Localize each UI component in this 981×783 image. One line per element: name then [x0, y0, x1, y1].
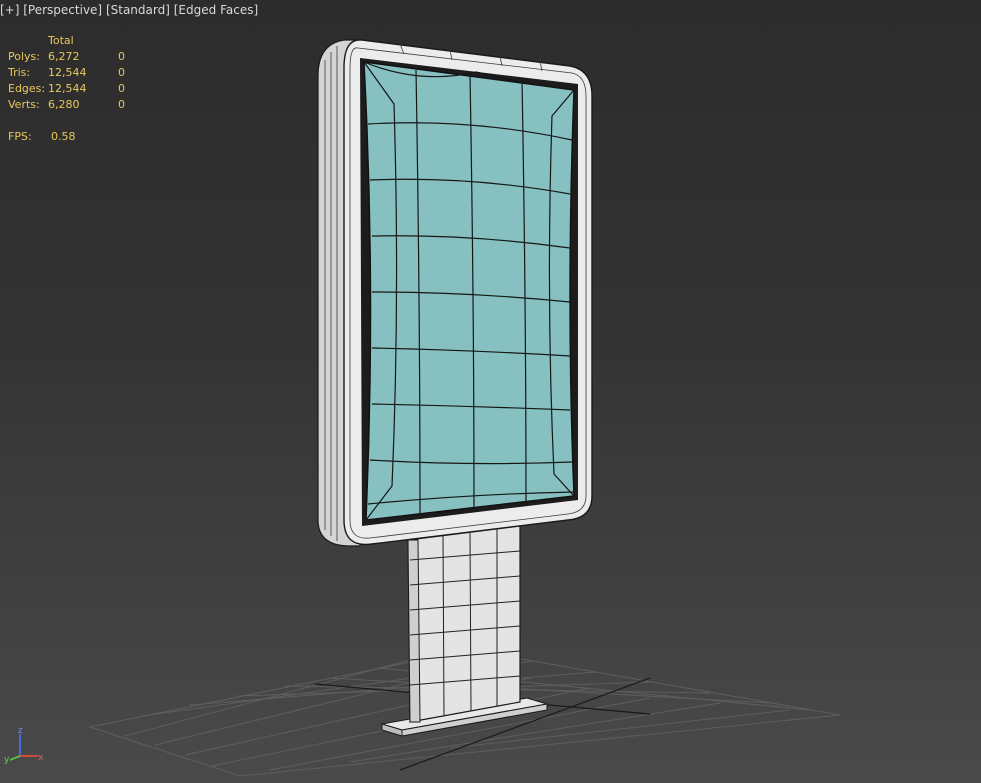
billboard-screen[interactable]: [360, 58, 578, 526]
fps-value: 0.58: [51, 130, 76, 143]
fps-readout: FPS: 0.58: [8, 130, 76, 143]
axis-z-label: z: [18, 726, 23, 736]
viewport-view-menu[interactable]: [Perspective]: [23, 3, 102, 17]
fps-label: FPS:: [8, 130, 32, 143]
viewport-general-menu[interactable]: [+]: [0, 3, 19, 17]
viewport-canvas[interactable]: z x y: [0, 0, 981, 783]
axis-x-label: x: [38, 753, 44, 763]
axis-y-label: y: [4, 755, 10, 765]
stats-total-header: Total: [48, 34, 74, 47]
axis-gizmo: z x y: [4, 726, 44, 765]
billboard-pole[interactable]: [407, 525, 521, 723]
viewport-label-menu: [+] [Perspective] [Standard] [Edged Face…: [0, 3, 258, 17]
viewport-display-menu[interactable]: [Edged Faces]: [174, 3, 258, 17]
viewport-shading-menu[interactable]: [Standard]: [106, 3, 170, 17]
